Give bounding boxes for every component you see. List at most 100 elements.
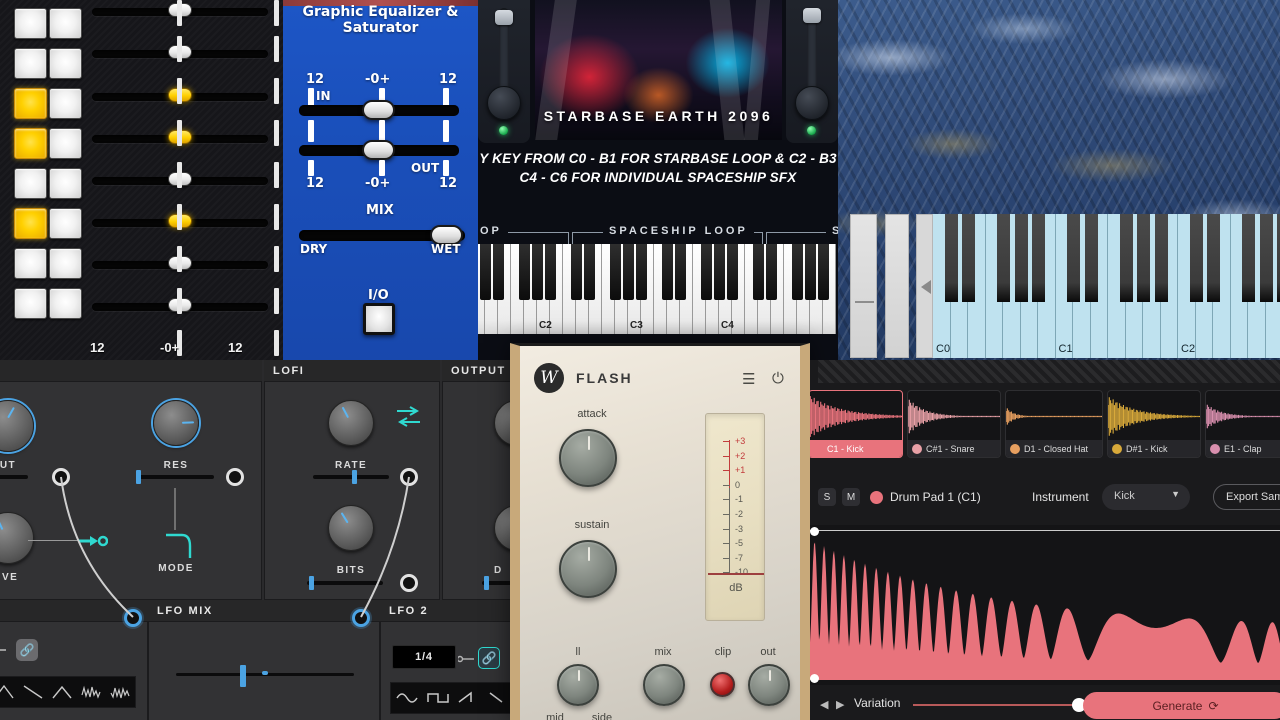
power-icon[interactable]: ⏻ [772, 370, 784, 387]
winter-black-key[interactable] [1014, 214, 1028, 302]
piano-black-key[interactable] [766, 244, 777, 300]
res-slider[interactable] [136, 470, 214, 484]
winter-black-key[interactable] [997, 214, 1010, 302]
eq-band-button[interactable] [49, 88, 82, 119]
winter-black-key[interactable] [1242, 214, 1255, 302]
lfo1-wave-saw-icon[interactable] [22, 683, 44, 701]
lfo2-rate-value[interactable]: 1/4 [392, 645, 456, 669]
sustain-knob[interactable] [559, 540, 617, 598]
variation-slider-track[interactable] [913, 704, 1081, 706]
prev-arrow-icon[interactable]: ◀ [820, 698, 828, 711]
eq-band-button[interactable] [49, 128, 82, 159]
piano-black-key[interactable] [792, 244, 803, 300]
piano-black-key[interactable] [532, 244, 543, 300]
piano-black-key[interactable] [480, 244, 491, 300]
winter-black-key[interactable] [1207, 214, 1220, 302]
lofi-bits-knob[interactable] [328, 505, 374, 551]
instrument-select[interactable]: Kick ▼ [1102, 484, 1190, 510]
winter-black-key[interactable] [1189, 214, 1203, 302]
eq-band-button[interactable] [49, 48, 82, 79]
lofi-bits-slider[interactable] [307, 576, 383, 590]
mod-wheel[interactable] [885, 214, 909, 358]
piano-black-key[interactable] [701, 244, 712, 300]
eq-band-slider[interactable] [90, 3, 283, 18]
piano-black-key[interactable] [610, 244, 621, 300]
piano-black-key[interactable] [727, 244, 738, 300]
starbase-keyboard[interactable]: C2 C3 C4 [478, 244, 838, 334]
eq-band-button[interactable] [49, 208, 82, 239]
starbase-fader-knob-left[interactable] [495, 10, 513, 25]
lofi-rate-slider[interactable] [313, 470, 389, 484]
drum-pad[interactable]: C1 - Kick [810, 390, 903, 458]
hamburger-icon[interactable]: ☰ [742, 370, 755, 388]
eq-band-button[interactable] [49, 248, 82, 279]
io-bypass-button[interactable] [363, 303, 395, 335]
cutoff-slider[interactable] [0, 475, 28, 479]
eq-band-slider[interactable] [90, 256, 283, 271]
waveform-start-handle-bottom[interactable] [810, 674, 819, 683]
waveform-start-handle-top[interactable] [810, 527, 819, 536]
lfo2-wave-sine-icon[interactable] [395, 689, 419, 707]
winter-black-key[interactable] [962, 214, 975, 302]
lfo-mix-output-port[interactable] [352, 609, 370, 627]
eq-band-button[interactable] [14, 248, 47, 279]
lfo1-output-port[interactable] [124, 609, 142, 627]
sample-waveform-display[interactable] [810, 525, 1280, 685]
in-gain-slider-thumb[interactable] [362, 100, 395, 120]
eq-band-button[interactable] [49, 288, 82, 319]
winter-black-key[interactable] [1067, 214, 1080, 302]
lfo2-wave-square-icon[interactable] [426, 689, 450, 707]
eq-band-button[interactable] [49, 168, 82, 199]
eq-band-button[interactable] [14, 48, 47, 79]
attack-knob[interactable] [559, 429, 617, 487]
piano-black-key[interactable] [623, 244, 634, 300]
winter-black-key[interactable] [944, 214, 958, 302]
lfo1-wave-random-icon[interactable] [80, 683, 102, 701]
drum-pad[interactable]: D#1 - Kick [1107, 390, 1201, 458]
piano-black-key[interactable] [636, 244, 647, 300]
drum-pad[interactable]: E1 - Clap [1205, 390, 1280, 458]
piano-black-key[interactable] [493, 244, 504, 300]
eq-band-slider[interactable] [90, 298, 283, 313]
drum-pad[interactable]: C#1 - Snare [907, 390, 1001, 458]
solo-button[interactable]: S [818, 488, 836, 506]
winter-keyboard[interactable]: C0 C1 C2 [838, 210, 1280, 360]
clip-indicator[interactable] [710, 672, 735, 697]
out-knob[interactable] [748, 664, 790, 706]
lfo2-waveform-selector[interactable] [390, 682, 516, 714]
res-mod-port[interactable] [226, 468, 244, 486]
piano-black-key[interactable] [571, 244, 582, 300]
lofi-rate-mod-port[interactable] [400, 468, 418, 486]
piano-black-key[interactable] [714, 244, 725, 300]
piano-black-key[interactable] [753, 244, 764, 300]
piano-black-key[interactable] [662, 244, 673, 300]
winter-black-key[interactable] [1259, 214, 1273, 302]
link-knob[interactable] [557, 664, 599, 706]
pitch-wheel[interactable] [850, 214, 877, 358]
lfo-mix-slider[interactable] [176, 665, 354, 687]
eq-band-slider[interactable] [90, 130, 283, 145]
lfo2-link-button[interactable]: 🔗 [478, 647, 500, 669]
lfo2-wave-ramp-down-icon[interactable] [488, 689, 512, 707]
next-arrow-icon[interactable]: ▶ [836, 698, 844, 711]
starbase-knob-left[interactable] [487, 86, 521, 120]
lfo1-wave-ramp-icon[interactable] [51, 683, 73, 701]
starbase-knob-right[interactable] [795, 86, 829, 120]
lfo2-wave-ramp-up-icon[interactable] [457, 689, 481, 707]
eq-band-button[interactable] [14, 168, 47, 199]
lfo1-wave-triangle-icon[interactable] [0, 683, 15, 701]
lofi-sync-swap-icon[interactable] [396, 404, 422, 428]
lfo1-waveform-selector[interactable] [0, 676, 136, 708]
eq-band-slider[interactable] [90, 45, 283, 60]
eq-band-button[interactable] [14, 8, 47, 39]
piano-black-key[interactable] [805, 244, 816, 300]
eq-band-button[interactable] [49, 8, 82, 39]
starbase-fader-knob-right[interactable] [803, 8, 821, 23]
lfo1-link-button[interactable]: 🔗 [16, 639, 38, 661]
eq-band-slider[interactable] [90, 88, 283, 103]
eq-band-button[interactable] [14, 128, 47, 159]
eq-band-button[interactable] [14, 88, 47, 119]
mix-knob[interactable] [643, 664, 685, 706]
out-gain-slider-thumb[interactable] [362, 140, 395, 160]
eq-band-button[interactable] [14, 288, 47, 319]
